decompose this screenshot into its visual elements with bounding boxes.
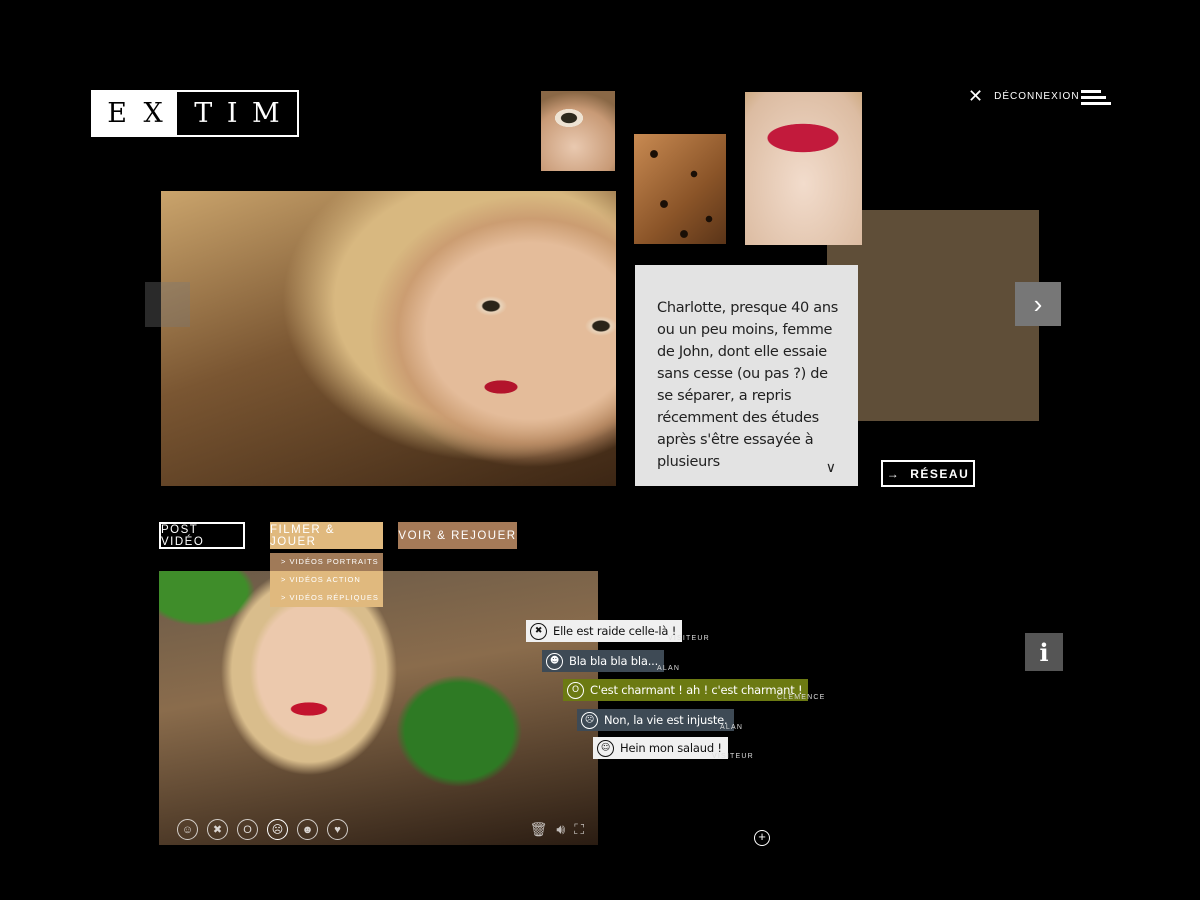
logo-letter: E xyxy=(107,98,127,129)
logo-letter: M xyxy=(252,98,280,129)
comment-text: Non, la vie est injuste. xyxy=(604,713,728,727)
character-bio-card: Charlotte, presque 40 ans ou un peu moin… xyxy=(635,265,858,486)
thumbnail-eye-photo[interactable] xyxy=(541,91,615,171)
sad-face-icon: ☹ xyxy=(581,711,598,729)
slider-prev-button[interactable] xyxy=(145,282,190,327)
filmer-submenu: > VIDÉOS PORTRAITS > VIDÉOS ACTION > VID… xyxy=(270,553,383,607)
arrow-right-icon: → xyxy=(886,466,901,481)
tab-voir-rejouer[interactable]: VOIR & REJOUER xyxy=(398,522,517,549)
comment-text: Hein mon salaud ! xyxy=(620,741,722,755)
reseau-label: RÉSEAU xyxy=(910,466,970,481)
chevron-down-icon[interactable]: ∨ xyxy=(826,459,836,476)
comment-author: ALAN xyxy=(657,665,681,672)
annoyed-emoji-icon[interactable]: ✖ xyxy=(207,819,228,840)
grin-face-icon: ☻ xyxy=(546,652,563,670)
logo-letter: I xyxy=(226,98,238,129)
info-button[interactable]: i xyxy=(1025,633,1063,671)
comment-bubble: ☻ Bla bla bla bla... xyxy=(542,650,665,672)
comment-author: VISITEUR xyxy=(712,753,754,760)
submenu-item-portraits[interactable]: > VIDÉOS PORTRAITS xyxy=(270,553,383,571)
trash-icon[interactable]: 🗑︎ xyxy=(530,821,548,838)
tab-label: FILMER & JOUER xyxy=(270,523,336,548)
smile-emoji-icon[interactable]: ☺ xyxy=(177,819,198,840)
close-icon: ✕ xyxy=(968,86,985,106)
submenu-item-repliques[interactable]: > VIDÉOS RÉPLIQUES xyxy=(270,589,383,607)
reseau-button[interactable]: → RÉSEAU xyxy=(881,460,975,487)
grin-emoji-icon[interactable]: ☻ xyxy=(297,819,318,840)
video-controls-bar: ☺ ✖ O ☹ ☻ ♥ 🗑︎ 🔊︎ ⛶ xyxy=(159,814,598,845)
info-icon: i xyxy=(1039,637,1049,667)
comment-author: ALAN xyxy=(720,724,744,731)
logo-letter: X xyxy=(143,98,163,129)
surprised-emoji-icon[interactable]: O xyxy=(237,819,258,840)
bio-text: Charlotte, presque 40 ans ou un peu moin… xyxy=(657,300,839,470)
smile-face-icon: ☺ xyxy=(597,739,614,757)
comment-author: CLÉMENCE xyxy=(777,694,826,701)
comment-bubble: ☺ Hein mon salaud ! xyxy=(593,737,728,759)
logo-letter: T xyxy=(194,98,213,129)
tab-filmer-jouer[interactable]: FILMER & JOUER xyxy=(270,522,383,549)
tab-label: VOIR & REJOUER xyxy=(398,529,517,542)
hamburger-icon[interactable] xyxy=(1081,90,1111,106)
comment-bubble: ☹ Non, la vie est injuste. xyxy=(577,709,734,731)
thumbnail-lips-photo[interactable] xyxy=(745,92,862,245)
surprised-face-icon: O xyxy=(567,681,584,699)
submenu-item-action[interactable]: > VIDÉOS ACTION xyxy=(270,571,383,589)
kiss-emoji-icon[interactable]: ♥ xyxy=(327,819,348,840)
comment-text: C'est charmant ! ah ! c'est charmant ! xyxy=(590,683,803,697)
comment-bubble: O C'est charmant ! ah ! c'est charmant ! xyxy=(563,679,809,701)
volume-icon[interactable]: 🔊︎ xyxy=(556,821,565,838)
slider-next-button[interactable]: › xyxy=(1015,282,1061,326)
comment-text: Elle est raide celle-là ! xyxy=(553,624,677,638)
logo-black-part: T I M xyxy=(177,92,297,135)
video-player[interactable] xyxy=(159,571,598,845)
chevron-right-icon: › xyxy=(1033,288,1043,319)
comment-author: VISITEUR xyxy=(668,635,710,642)
logout-button[interactable]: ✕ DÉCONNEXION xyxy=(968,87,1080,105)
comment-bubble: ✖ Elle est raide celle-là ! xyxy=(526,620,683,642)
main-portrait-photo xyxy=(161,191,616,486)
logo-white-part: E X xyxy=(93,92,177,135)
logout-label: DÉCONNEXION xyxy=(994,90,1080,102)
fullscreen-icon[interactable]: ⛶ xyxy=(574,821,584,838)
comment-text: Bla bla bla bla... xyxy=(569,654,659,668)
tab-label: POST VIDÉO xyxy=(161,523,205,548)
annoyed-face-icon: ✖ xyxy=(530,622,547,640)
sad-emoji-icon[interactable]: ☹ xyxy=(267,819,288,840)
add-circle-icon[interactable]: + xyxy=(754,830,770,846)
tab-post-video[interactable]: POST VIDÉO xyxy=(159,522,245,549)
thumbnail-leopard-photo[interactable] xyxy=(634,134,726,244)
extim-logo[interactable]: E X T I M xyxy=(91,90,299,137)
